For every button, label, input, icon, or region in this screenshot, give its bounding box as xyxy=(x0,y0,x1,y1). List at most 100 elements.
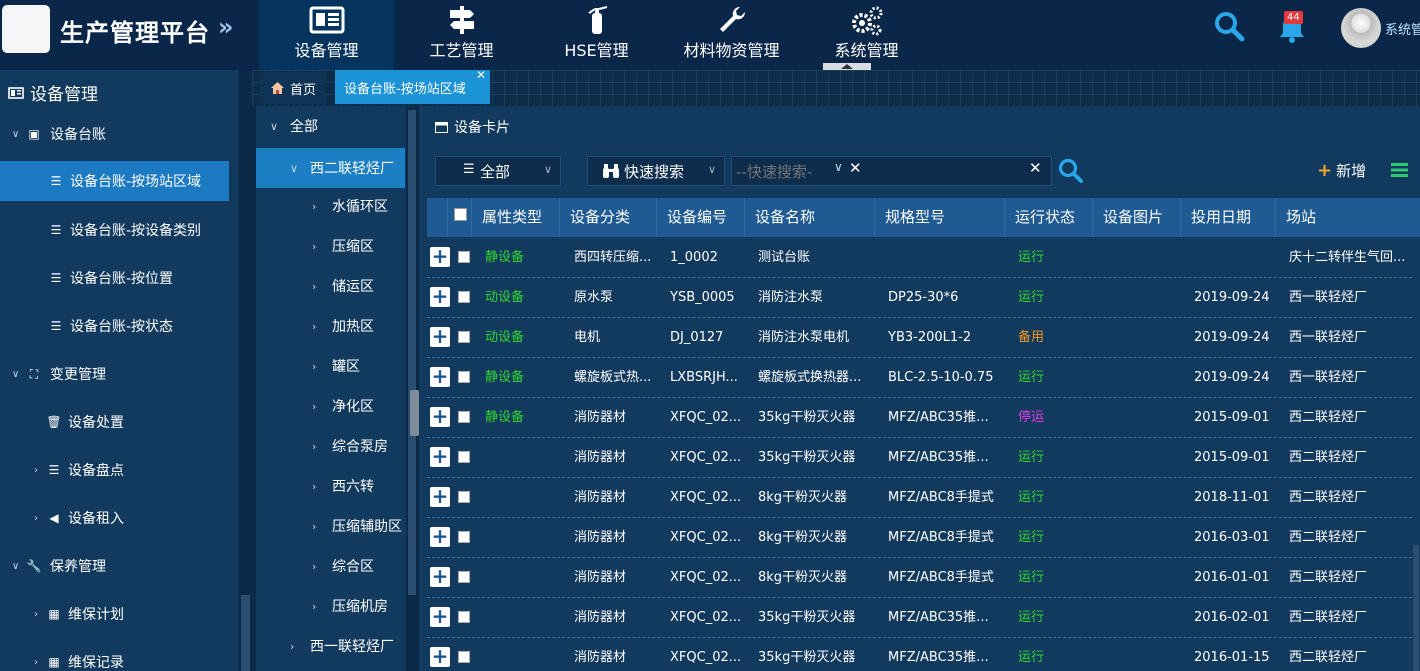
splitter-handle[interactable] xyxy=(410,390,419,436)
sidebar-item-ledger-by-status[interactable]: ☰ 设备台账-按状态 xyxy=(0,306,239,346)
collapse-menu-button[interactable]: » xyxy=(218,13,234,41)
row-checkbox[interactable] xyxy=(458,251,470,263)
tree-node-sibling[interactable]: › 西一联轻烃厂 xyxy=(290,626,394,666)
search-icon[interactable] xyxy=(1213,10,1245,42)
table-row[interactable]: + 动设备 原水泵 YSB_0005 消防注水泵 DP25-30*6 运行 2019-09-2… xyxy=(427,278,1412,318)
sidebar-scroll-thumb[interactable] xyxy=(241,595,250,671)
search-input[interactable] xyxy=(736,160,832,184)
user-name[interactable]: 系统管理员 xyxy=(1385,19,1420,38)
sidebar-item-lease-in[interactable]: › ◀ 设备租入 xyxy=(0,498,239,538)
avatar[interactable] xyxy=(1341,8,1381,48)
nav-materials[interactable]: 材料物资管理 xyxy=(664,0,799,70)
column-header[interactable]: 属性类型 xyxy=(472,198,560,237)
tab-home[interactable]: 首页 xyxy=(260,72,326,104)
row-checkbox[interactable] xyxy=(458,611,470,623)
column-header[interactable]: 设备名称 xyxy=(745,198,875,237)
tree-node[interactable]: › 压缩辅助区 xyxy=(312,506,402,546)
sidebar-item-maintenance-plan[interactable]: › ▦ 维保计划 xyxy=(0,594,239,634)
table-row[interactable]: + 静设备 消防器材 XFQC_02... 35kg干粉灭火器 MFZ/ABC35推...… xyxy=(427,398,1412,438)
row-checkbox[interactable] xyxy=(458,291,470,303)
row-checkbox[interactable] xyxy=(458,491,470,503)
add-button[interactable]: + 新增 xyxy=(1317,160,1366,181)
sidebar-item-change-management[interactable]: ∨ ⛶ 变更管理 xyxy=(0,354,239,394)
expand-row-icon[interactable]: + xyxy=(430,286,450,307)
row-checkbox[interactable] xyxy=(458,411,470,423)
column-header[interactable]: 规格型号 xyxy=(875,198,1005,237)
clear-selection-icon[interactable]: ✕ xyxy=(849,159,862,177)
table-row[interactable]: + 静设备 螺旋板式热... LXBSRJH... 螺旋板式换热器... BLC-2.5-… xyxy=(427,358,1412,398)
expand-row-icon[interactable]: + xyxy=(430,446,450,467)
expand-row-icon[interactable]: + xyxy=(430,326,450,347)
nav-label: HSE管理 xyxy=(564,41,629,60)
sidebar-item-inventory[interactable]: › ☰ 设备盘点 xyxy=(0,450,239,490)
trash-icon: 🗑 xyxy=(46,415,62,429)
chevron-down-icon[interactable]: ∨ xyxy=(834,160,843,174)
row-checkbox[interactable] xyxy=(458,571,470,583)
table-row[interactable]: + 消防器材 XFQC_02... 35kg干粉灭火器 MFZ/ABC35推... 运行 2… xyxy=(427,438,1412,478)
expand-row-icon[interactable]: + xyxy=(430,606,450,627)
sidebar-item-equipment-ledger[interactable]: ∨ ▣ 设备台账 xyxy=(0,114,239,154)
table-row[interactable]: + 动设备 电机 DJ_0127 消防注水泵电机 YB3-200L1-2 备用 2019-09… xyxy=(427,318,1412,358)
tab-ledger-by-area[interactable]: 设备台账-按场站区域 xyxy=(335,70,490,104)
column-header[interactable]: 投用日期 xyxy=(1181,198,1276,237)
search-field[interactable] xyxy=(731,156,1052,186)
column-header[interactable]: 设备编号 xyxy=(657,198,745,237)
tree-node[interactable]: › 综合区 xyxy=(312,546,374,586)
table-row[interactable]: + 消防器材 XFQC_02... 8kg干粉灭火器 MFZ/ABC8手提式 运行 2016… xyxy=(427,558,1412,598)
nav-equipment[interactable]: 设备管理 xyxy=(259,0,394,70)
expand-row-icon[interactable]: + xyxy=(430,366,450,387)
nav-system[interactable]: 系统管理 xyxy=(799,0,934,70)
row-checkbox[interactable] xyxy=(458,371,470,383)
nav-label: 设备管理 xyxy=(294,41,359,60)
quick-search-button[interactable]: 快速搜索 ∨ xyxy=(587,156,725,186)
expand-row-icon[interactable]: + xyxy=(430,246,450,267)
clear-search-icon[interactable]: ✕ xyxy=(1029,159,1042,177)
tree-node[interactable]: › 压缩区 xyxy=(312,226,374,266)
expand-row-icon[interactable]: + xyxy=(430,646,450,667)
tree-node-selected[interactable]: ∨ 西二联轻烃厂 xyxy=(256,148,405,188)
row-checkbox[interactable] xyxy=(458,331,470,343)
sidebar-item-ledger-by-category[interactable]: ☰ 设备台账-按设备类别 xyxy=(0,210,239,250)
table-row[interactable]: + 消防器材 XFQC_02... 35kg干粉灭火器 MFZ/ABC35推... 运行 2… xyxy=(427,598,1412,638)
row-checkbox[interactable] xyxy=(458,451,470,463)
tree-node[interactable]: › 罐区 xyxy=(312,346,360,386)
sidebar-item-maintenance[interactable]: ∨ 🔧 保养管理 xyxy=(0,546,239,586)
tree-node[interactable]: › 净化区 xyxy=(312,386,374,426)
search-icon[interactable] xyxy=(1058,158,1084,184)
expand-row-icon[interactable]: + xyxy=(430,486,450,507)
column-header[interactable]: 场站 xyxy=(1276,198,1420,237)
cell-spec: MFZ/ABC35推... xyxy=(888,450,989,465)
tree-node[interactable]: › 储运区 xyxy=(312,266,374,306)
sidebar-item-ledger-by-location[interactable]: ☰ 设备台账-按位置 xyxy=(0,258,239,298)
tree-scroll-thumb[interactable] xyxy=(408,110,416,595)
select-all-checkbox[interactable] xyxy=(454,208,467,221)
column-header[interactable]: 设备图片 xyxy=(1093,198,1181,237)
tree-node[interactable]: › 加热区 xyxy=(312,306,374,346)
sidebar-item-maintenance-record[interactable]: › ▦ 维保记录 xyxy=(0,642,239,671)
list-view-icon[interactable] xyxy=(1391,163,1408,177)
tree-node[interactable]: › 压缩机房 xyxy=(312,586,388,626)
tree-node-root[interactable]: ∨ 全部 xyxy=(270,106,318,146)
table-scroll-thumb[interactable] xyxy=(1413,545,1419,671)
table-row[interactable]: + 静设备 西四转压缩... 1_0002 测试台账 运行 庆十二转伴生气回... xyxy=(427,238,1412,278)
expand-row-icon[interactable]: + xyxy=(430,526,450,547)
tree-node[interactable]: › 水循环区 xyxy=(312,186,388,226)
filter-select[interactable]: ☰ 全部 ∨ xyxy=(435,156,561,186)
column-header[interactable]: 运行状态 xyxy=(1005,198,1093,237)
nav-process[interactable]: 工艺管理 xyxy=(394,0,529,70)
column-header[interactable]: 设备分类 xyxy=(560,198,657,237)
nav-hse[interactable]: HSE管理 xyxy=(529,0,664,70)
tree-node[interactable]: › 西六转 xyxy=(312,466,374,506)
expand-row-icon[interactable]: + xyxy=(430,406,450,427)
sidebar-item-disposal[interactable]: 🗑 设备处置 xyxy=(0,402,239,442)
row-checkbox[interactable] xyxy=(458,531,470,543)
table-row[interactable]: + 消防器材 XFQC_02... 8kg干粉灭火器 MFZ/ABC8手提式 运行 2018… xyxy=(427,478,1412,518)
table-row[interactable]: + 消防器材 XFQC_02... 8kg干粉灭火器 MFZ/ABC8手提式 运行 2016… xyxy=(427,518,1412,558)
row-checkbox[interactable] xyxy=(458,651,470,663)
expand-row-icon[interactable]: + xyxy=(430,566,450,587)
sidebar-item-ledger-by-area[interactable]: ☰ 设备台账-按场站区域 xyxy=(0,161,229,201)
tree-node[interactable]: › 综合泵房 xyxy=(312,426,388,466)
table-row[interactable]: + 消防器材 XFQC_02... 35kg干粉灭火器 MFZ/ABC35推... 运行 2… xyxy=(427,638,1412,671)
close-icon[interactable]: ✕ xyxy=(476,68,486,82)
sidebar-scrollbar[interactable] xyxy=(239,70,252,671)
